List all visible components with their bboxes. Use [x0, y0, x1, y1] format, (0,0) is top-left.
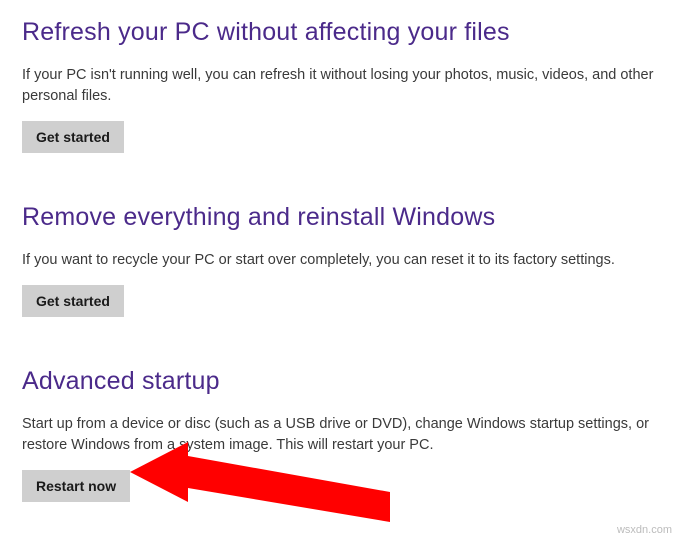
remove-description: If you want to recycle your PC or start … [22, 250, 658, 271]
watermark-text: wsxdn.com [617, 524, 672, 536]
remove-everything-section: Remove everything and reinstall Windows … [22, 203, 658, 317]
advanced-heading: Advanced startup [22, 367, 658, 396]
advanced-description: Start up from a device or disc (such as … [22, 414, 658, 456]
refresh-get-started-button[interactable]: Get started [22, 121, 124, 153]
refresh-heading: Refresh your PC without affecting your f… [22, 18, 658, 47]
advanced-startup-section: Advanced startup Start up from a device … [22, 367, 658, 502]
restart-now-button[interactable]: Restart now [22, 470, 130, 502]
refresh-description: If your PC isn't running well, you can r… [22, 65, 658, 107]
remove-heading: Remove everything and reinstall Windows [22, 203, 658, 232]
remove-get-started-button[interactable]: Get started [22, 285, 124, 317]
refresh-pc-section: Refresh your PC without affecting your f… [22, 18, 658, 153]
